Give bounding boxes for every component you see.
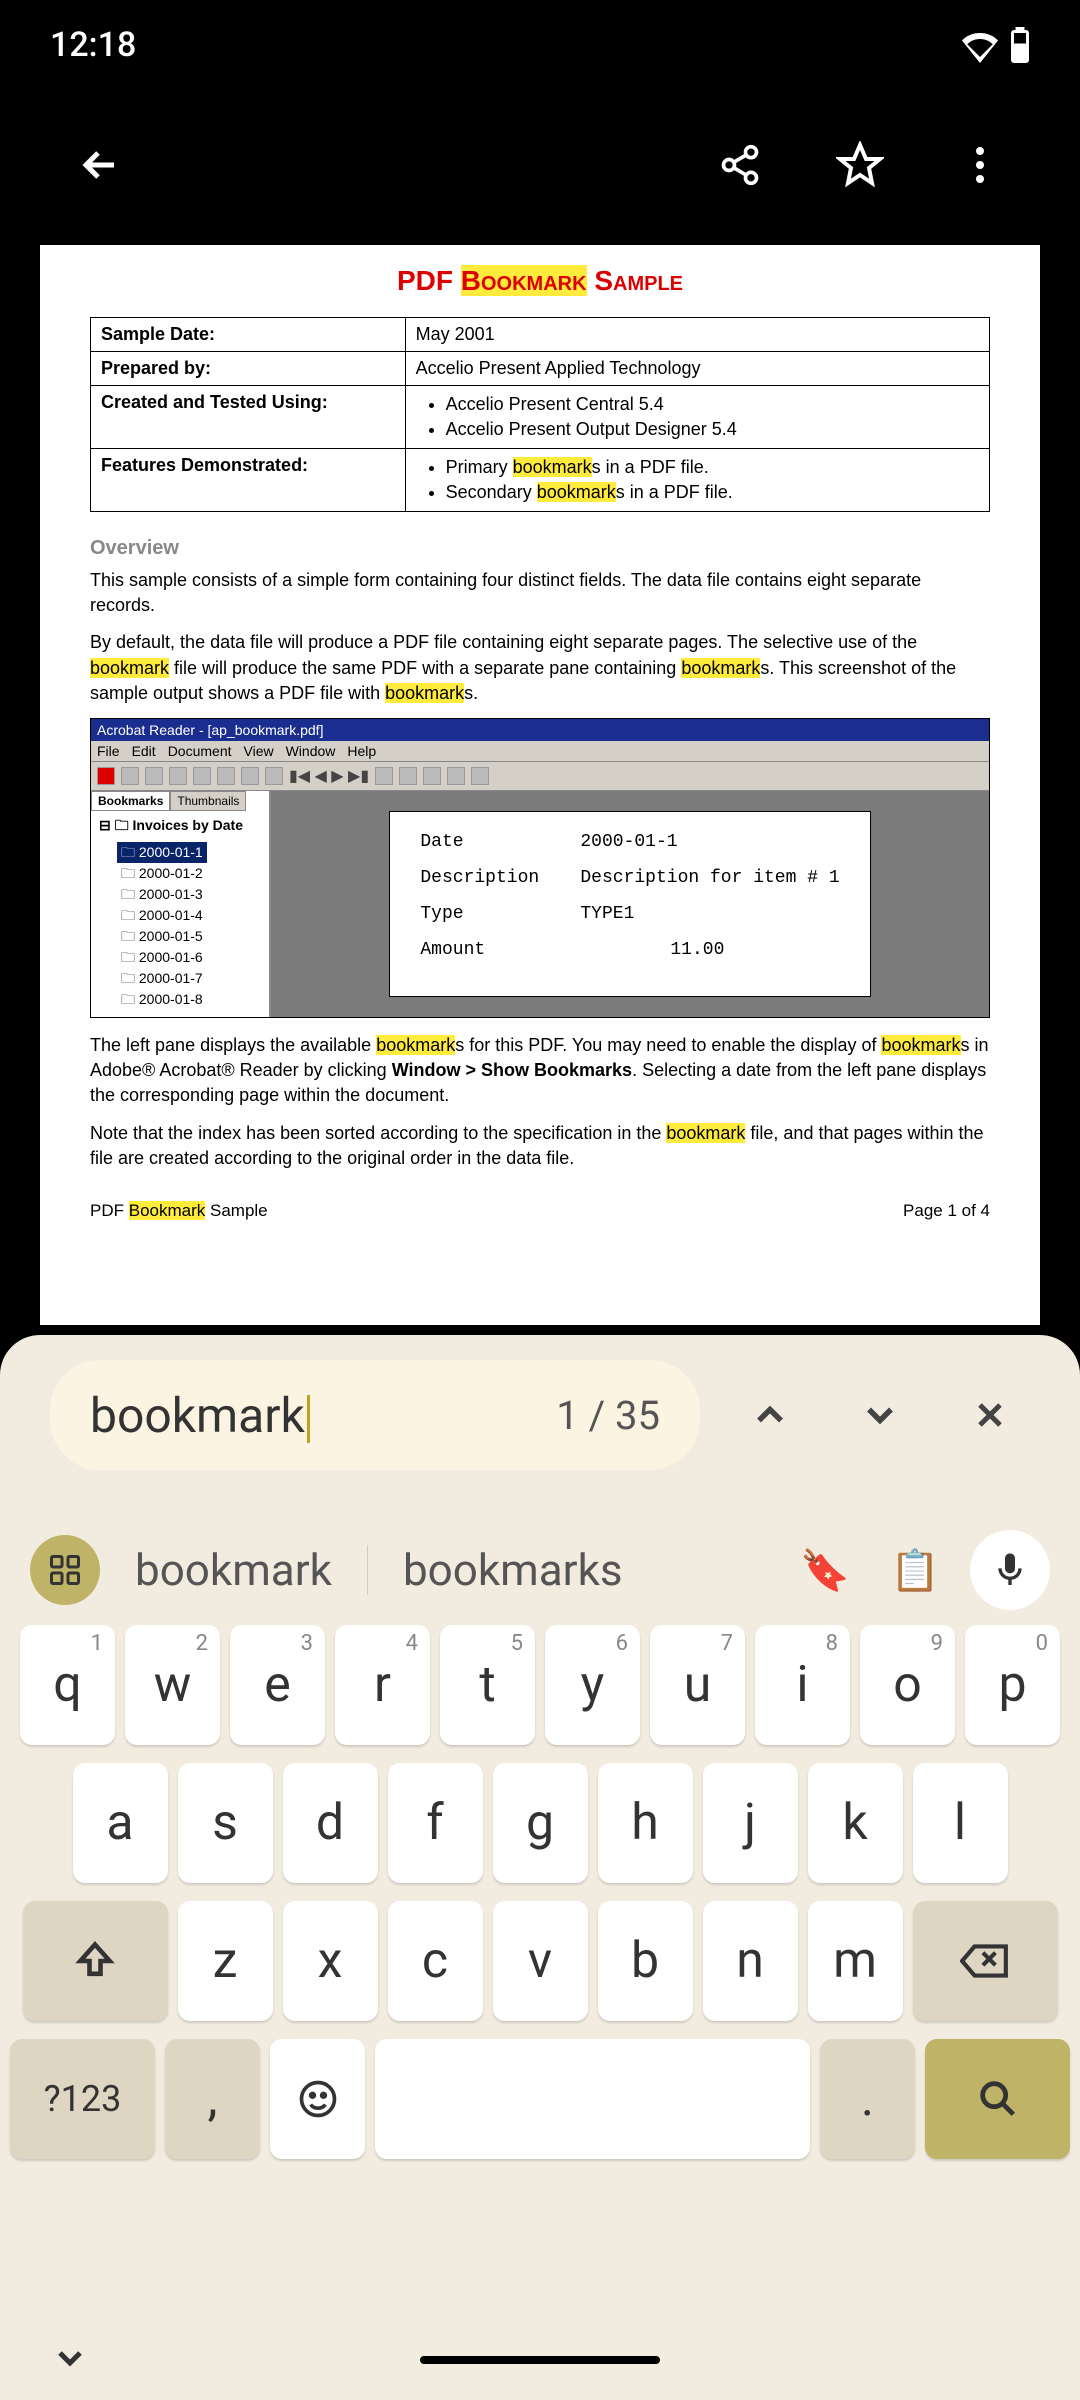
pdf-page[interactable]: PDF Bookmark Sample Sample Date:May 2001… (40, 245, 1040, 1325)
key-row-4: ?123 , . (10, 2039, 1070, 2159)
bookmarks-pane: Bookmarks Thumbnails ⊟ 🗀 Invoices by Dat… (91, 791, 271, 1017)
key-f[interactable]: f (388, 1763, 483, 1883)
acrobat-window-title: Acrobat Reader - [ap_bookmark.pdf] (91, 719, 989, 741)
period-key[interactable]: . (820, 2039, 915, 2159)
bookmark-ribbon-icon[interactable]: 🔖 (790, 1535, 860, 1605)
acrobat-toolbar: ▮◀ ◀ ▶ ▶▮ (91, 762, 989, 791)
key-y[interactable]: y6 (545, 1625, 640, 1745)
symbols-key[interactable]: ?123 (10, 2039, 155, 2159)
key-g[interactable]: g (493, 1763, 588, 1883)
key-x[interactable]: x (283, 1901, 378, 2021)
form-preview: Date2000-01-1 DescriptionDescription for… (389, 811, 870, 997)
key-a[interactable]: a (73, 1763, 168, 1883)
emoji-key[interactable] (270, 2039, 365, 2159)
star-button[interactable] (820, 125, 900, 205)
p4: Note that the index has been sorted acco… (90, 1121, 990, 1171)
acrobat-screenshot: Acrobat Reader - [ap_bookmark.pdf] FileE… (90, 718, 990, 1018)
collapse-keyboard-button[interactable] (50, 2338, 90, 2382)
search-key[interactable] (925, 2039, 1070, 2159)
suggestion-1[interactable]: bookmark (120, 1544, 347, 1596)
key-r[interactable]: r4 (335, 1625, 430, 1745)
key-w[interactable]: w2 (125, 1625, 220, 1745)
key-h[interactable]: h (598, 1763, 693, 1883)
key-k[interactable]: k (808, 1763, 903, 1883)
key-q[interactable]: q1 (20, 1625, 115, 1745)
key-o[interactable]: o9 (860, 1625, 955, 1745)
suggestion-row: bookmark bookmarks 🔖 📋 (10, 1515, 1070, 1625)
next-result-button[interactable] (840, 1375, 920, 1455)
key-i[interactable]: i8 (755, 1625, 850, 1745)
key-s[interactable]: s (178, 1763, 273, 1883)
pdf-title: PDF Bookmark Sample (90, 265, 990, 297)
pdf-footer: PDF Bookmark Sample Page 1 of 4 (90, 1201, 990, 1221)
mic-button[interactable] (970, 1530, 1050, 1610)
key-m[interactable]: m (808, 1901, 903, 2021)
p3: The left pane displays the available boo… (90, 1033, 990, 1109)
status-icons (962, 27, 1030, 63)
key-n[interactable]: n (703, 1901, 798, 2021)
key-row-3: zxcvbnm (10, 1901, 1070, 2021)
key-p[interactable]: p0 (965, 1625, 1060, 1745)
key-z[interactable]: z (178, 1901, 273, 2021)
space-key[interactable] (375, 2039, 810, 2159)
comma-key[interactable]: , (165, 2039, 260, 2159)
app-bar (0, 90, 1080, 240)
status-bar: 12:18 (0, 0, 1080, 90)
overview-p2: By default, the data file will produce a… (90, 630, 990, 706)
shift-key[interactable] (23, 1901, 168, 2021)
key-u[interactable]: u7 (650, 1625, 745, 1745)
wifi-icon (962, 27, 998, 63)
back-button[interactable] (60, 125, 140, 205)
more-button[interactable] (940, 125, 1020, 205)
key-e[interactable]: e3 (230, 1625, 325, 1745)
status-time: 12:18 (50, 25, 136, 65)
key-t[interactable]: t5 (440, 1625, 535, 1745)
find-bar: bookmark 1 / 35 (0, 1335, 1080, 1495)
key-v[interactable]: v (493, 1901, 588, 2021)
keyboard: bookmark bookmarks 🔖 📋 q1w2e3r4t5y6u7i8o… (0, 1495, 1080, 2400)
backspace-key[interactable] (913, 1901, 1058, 2021)
key-row-1: q1w2e3r4t5y6u7i8o9p0 (10, 1625, 1070, 1745)
key-b[interactable]: b (598, 1901, 693, 2021)
meta-table: Sample Date:May 2001 Prepared by:Accelio… (90, 317, 990, 512)
key-j[interactable]: j (703, 1763, 798, 1883)
share-button[interactable] (700, 125, 780, 205)
home-indicator[interactable] (420, 2356, 660, 2364)
close-search-button[interactable] (950, 1375, 1030, 1455)
search-field[interactable]: bookmark 1 / 35 (50, 1360, 700, 1470)
acrobat-menu: FileEditDocumentViewWindowHelp (91, 741, 989, 762)
result-count: 1 / 35 (556, 1392, 660, 1439)
suggestion-2[interactable]: bookmarks (388, 1544, 638, 1596)
nav-bar (0, 2320, 1080, 2400)
prev-result-button[interactable] (730, 1375, 810, 1455)
key-l[interactable]: l (913, 1763, 1008, 1883)
apps-icon[interactable] (30, 1535, 100, 1605)
battery-icon (1010, 27, 1030, 63)
key-row-2: asdfghjkl (10, 1763, 1070, 1883)
key-c[interactable]: c (388, 1901, 483, 2021)
clipboard-icon[interactable]: 📋 (880, 1535, 950, 1605)
overview-p1: This sample consists of a simple form co… (90, 568, 990, 618)
key-d[interactable]: d (283, 1763, 378, 1883)
overview-heading: Overview (90, 537, 990, 560)
